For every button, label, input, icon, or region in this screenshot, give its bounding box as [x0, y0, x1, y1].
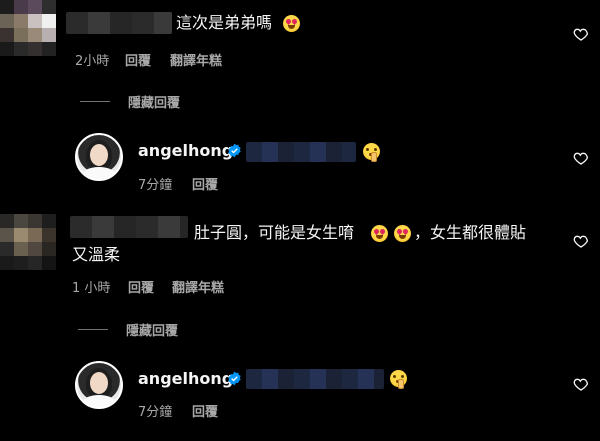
redacted-username[interactable] — [66, 12, 172, 34]
reply-timestamp: 7分鐘 — [138, 405, 173, 420]
reply-username[interactable]: angelhong — [138, 141, 233, 160]
avatar[interactable] — [75, 361, 123, 409]
translate-button[interactable]: 翻譯年糕 — [170, 50, 222, 69]
heart-icon[interactable] — [573, 26, 589, 42]
heart-icon[interactable] — [573, 376, 589, 392]
reply-button[interactable]: 回覆 — [128, 277, 154, 296]
reply-username[interactable]: angelhong — [138, 369, 233, 388]
heart-icon[interactable] — [573, 150, 589, 166]
reply-timestamp: 7分鐘 — [138, 178, 173, 193]
verified-badge-icon — [228, 143, 241, 158]
smiling-face-with-heart-eyes-emoji — [283, 15, 300, 32]
verified-badge-icon — [228, 371, 241, 386]
reply-button[interactable]: 回覆 — [192, 401, 218, 420]
translate-button[interactable]: 翻譯年糕 — [172, 277, 224, 296]
commenter-avatar[interactable] — [0, 0, 56, 56]
hide-replies-button[interactable]: 隱藏回覆 — [126, 320, 178, 339]
comment-text: 肚子圓，可能是女生唷 — [194, 223, 355, 242]
comment-timestamp: 1 小時 — [72, 281, 111, 296]
comment-text-line2: 又溫柔 — [72, 245, 121, 264]
avatar[interactable] — [75, 133, 123, 181]
shushing-face-emoji — [363, 143, 380, 162]
comment-text: 這次是弟弟嗎 — [176, 13, 273, 32]
reply-button[interactable]: 回覆 — [125, 50, 151, 69]
redacted-reply-text — [246, 369, 384, 389]
commenter-avatar[interactable] — [0, 214, 56, 270]
smiling-face-with-heart-eyes-emoji — [394, 225, 411, 242]
smiling-face-with-heart-eyes-emoji — [371, 225, 388, 242]
heart-icon[interactable] — [573, 233, 589, 249]
comment-timestamp: 2小時 — [75, 54, 110, 69]
divider-line — [78, 329, 108, 330]
redacted-reply-text — [246, 142, 356, 162]
reply-button[interactable]: 回覆 — [192, 174, 218, 193]
divider-line — [80, 101, 110, 102]
hide-replies-button[interactable]: 隱藏回覆 — [128, 92, 180, 111]
shushing-face-emoji — [390, 370, 407, 389]
comment-text-continued: ，女生都很體貼 — [414, 223, 527, 242]
redacted-username[interactable] — [70, 216, 188, 238]
